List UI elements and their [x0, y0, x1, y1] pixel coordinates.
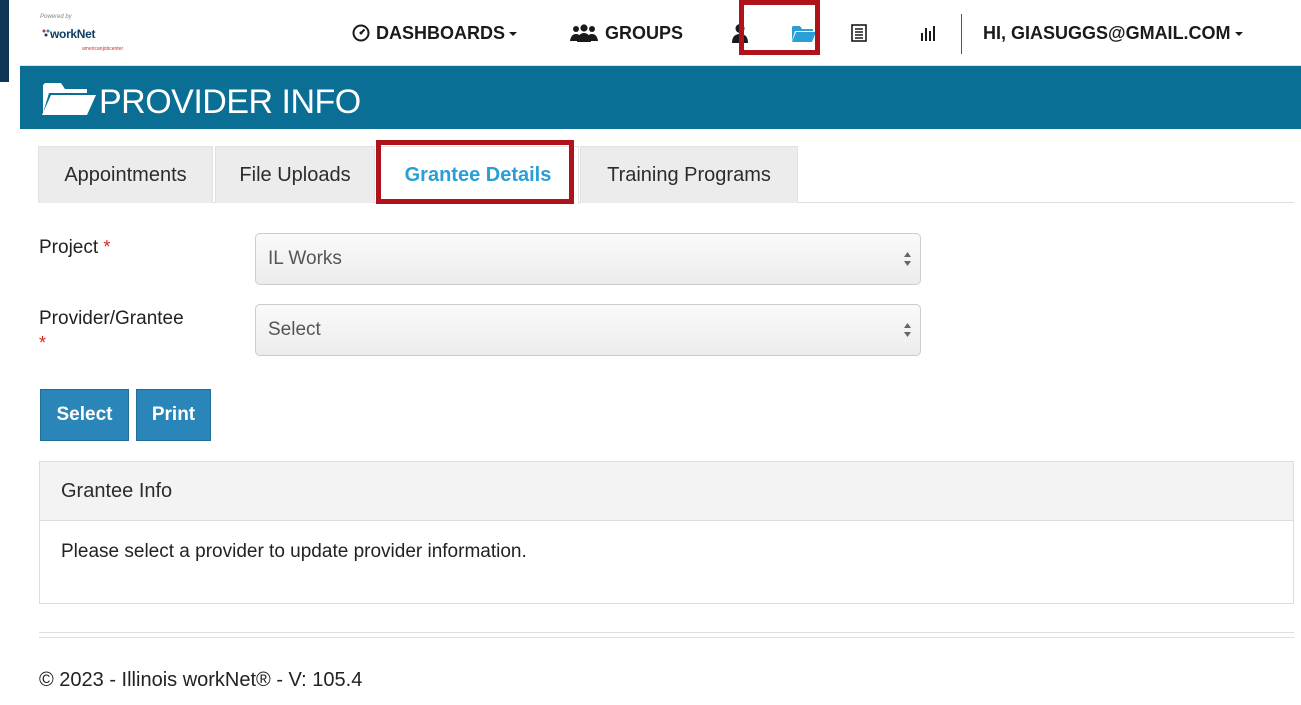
chevron-down-icon — [509, 32, 518, 36]
logo-dots-icon — [42, 29, 50, 37]
provider-select-value: Select — [268, 319, 321, 340]
groups-icon — [570, 24, 598, 42]
tab-training-programs[interactable]: Training Programs — [580, 146, 798, 203]
speedometer-icon — [352, 24, 370, 42]
provider-grantee-select[interactable]: Select — [255, 304, 921, 356]
footer-copyright: © 2023 - Illinois workNet® - V: 105.4 — [39, 669, 363, 691]
nav-divider — [961, 14, 962, 54]
nav-dashboards[interactable]: DASHBOARDS — [352, 0, 518, 66]
panel-message: Please select a provider to update provi… — [61, 541, 527, 562]
nav-user-menu[interactable]: HI, GIASUGGS@GMAIL.COM — [983, 0, 1243, 66]
nav-groups-label: GROUPS — [605, 22, 684, 43]
required-marker: * — [103, 237, 111, 257]
annotation-highlight-nav — [739, 0, 820, 55]
top-navigation: Powered by workNet americanjobcenter DAS… — [20, 0, 1301, 66]
nav-dashboards-label: DASHBOARDS — [376, 22, 506, 43]
chevron-down-icon — [1234, 32, 1243, 36]
tab-bar: Appointments File Uploads Grantee Detail… — [38, 146, 1294, 204]
provider-label-text: Provider/Grantee — [39, 308, 184, 329]
tab-label: File Uploads — [239, 163, 351, 186]
provider-label: Provider/Grantee * — [39, 307, 239, 356]
user-greeting: HI, GIASUGGS@GMAIL.COM — [983, 22, 1231, 43]
powered-by-text: Powered by — [40, 14, 72, 20]
page-header-banner: PROVIDER INFO — [20, 66, 1301, 129]
list-icon — [851, 24, 867, 42]
grantee-info-panel: Grantee Info Please select a provider to… — [39, 461, 1294, 604]
logo-brand: workNet — [50, 27, 96, 41]
logo-subtitle: americanjobcenter — [82, 46, 124, 52]
project-label-text: Project — [39, 237, 99, 258]
project-select[interactable]: IL Works — [255, 233, 921, 285]
footer-divider — [39, 637, 1294, 638]
worknet-logo[interactable]: Powered by workNet americanjobcenter — [40, 14, 140, 54]
tab-label: Appointments — [64, 163, 187, 186]
footer-divider — [39, 632, 1294, 633]
nav-reports-button[interactable] — [920, 0, 936, 66]
annotation-highlight-tab — [376, 140, 574, 204]
bar-chart-icon — [921, 26, 935, 41]
select-arrows-icon — [904, 252, 911, 266]
select-button[interactable]: Select — [40, 389, 129, 441]
project-select-value: IL Works — [268, 248, 342, 269]
select-arrows-icon — [904, 323, 911, 337]
print-button[interactable]: Print — [136, 389, 211, 441]
nav-groups[interactable]: GROUPS — [570, 0, 683, 66]
required-marker: * — [39, 333, 47, 353]
project-label: Project * — [39, 235, 110, 260]
folder-open-icon — [42, 83, 96, 115]
left-edge-strip — [0, 0, 9, 82]
tab-label: Training Programs — [607, 163, 771, 186]
nav-list-button[interactable] — [851, 0, 867, 66]
tab-appointments[interactable]: Appointments — [38, 146, 213, 203]
page-title: PROVIDER INFO — [99, 83, 361, 121]
panel-heading: Grantee Info — [40, 462, 1293, 521]
tab-file-uploads[interactable]: File Uploads — [215, 146, 375, 203]
